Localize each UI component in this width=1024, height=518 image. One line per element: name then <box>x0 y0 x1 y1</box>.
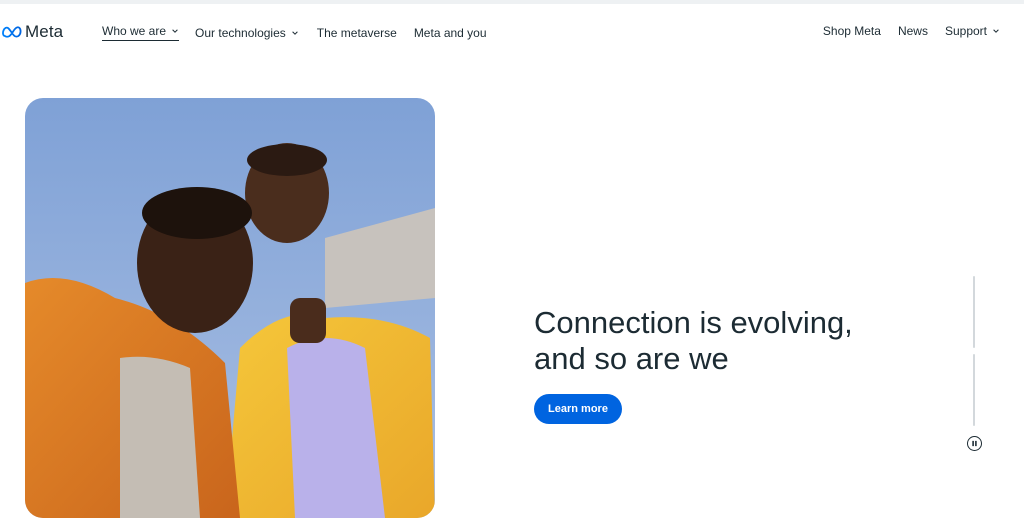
hero-headline-line2: and so are we <box>534 341 729 376</box>
hero-headline-line1: Connection is evolving, <box>534 305 853 340</box>
hero-photo-illustration <box>25 98 435 518</box>
nav-the-metaverse-label: The metaverse <box>316 25 397 40</box>
hero-photo <box>25 98 435 518</box>
nav-support-label: Support <box>944 24 987 38</box>
secondary-nav: Shop Meta News Support <box>823 24 1000 38</box>
nav-who-we-are[interactable]: Who we are <box>102 24 180 41</box>
brand-name: Meta <box>25 22 64 41</box>
carousel-progress-slide-2[interactable] <box>973 354 975 426</box>
meta-infinity-icon <box>2 26 22 38</box>
nav-meta-and-you[interactable]: Meta and you <box>414 26 487 40</box>
nav-shop-meta[interactable]: Shop Meta <box>823 24 881 38</box>
primary-nav: Who we are Our technologies The metavers… <box>102 24 487 41</box>
nav-our-technologies[interactable]: Our technologies <box>195 26 299 40</box>
pause-icon <box>972 440 977 447</box>
chevron-down-icon <box>291 30 298 35</box>
chevron-down-icon <box>993 29 999 33</box>
pause-button[interactable] <box>967 436 982 451</box>
hero-headline: Connection is evolving, and so are we <box>534 305 954 377</box>
nav-our-technologies-label: Our technologies <box>195 25 286 40</box>
nav-who-we-are-label: Who we are <box>102 24 167 38</box>
nav-meta-and-you-label: Meta and you <box>413 25 487 40</box>
nav-news[interactable]: News <box>898 24 928 38</box>
learn-more-button[interactable]: Learn more <box>534 394 622 424</box>
nav-the-metaverse[interactable]: The metaverse <box>317 26 397 40</box>
chevron-down-icon <box>172 29 178 33</box>
carousel-progress-slide-1[interactable] <box>973 276 975 348</box>
nav-support[interactable]: Support <box>945 24 1000 38</box>
nav-shop-meta-label: Shop Meta <box>822 24 881 38</box>
nav-news-label: News <box>897 24 928 38</box>
meta-logo-link[interactable]: Meta <box>2 22 63 42</box>
global-nav: Meta Who we are Our technologies The met… <box>0 4 1024 60</box>
